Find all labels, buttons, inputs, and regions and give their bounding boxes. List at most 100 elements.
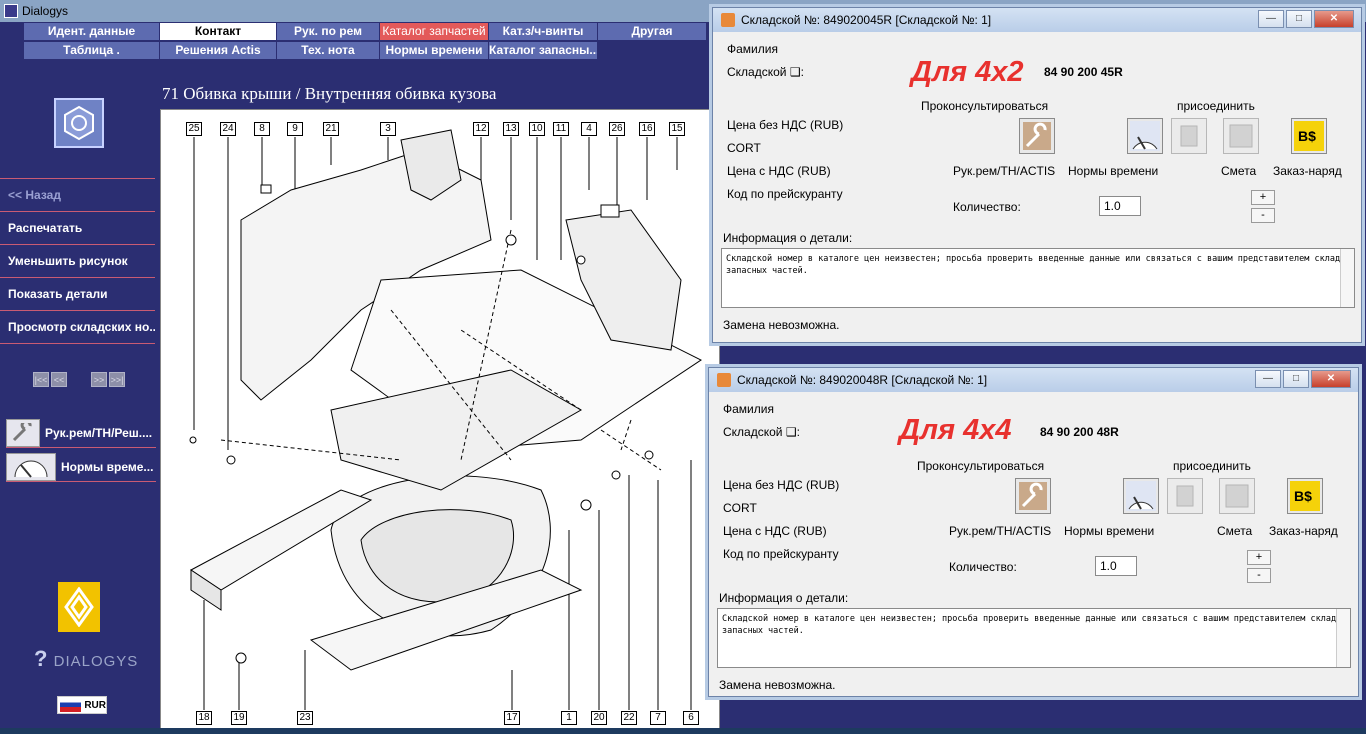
maximize-button[interactable]: □ — [1286, 10, 1312, 28]
tool-time-norms[interactable]: Нормы време... — [6, 452, 156, 482]
callout-21[interactable]: 21 — [323, 122, 339, 136]
pager-next-button[interactable]: >> — [91, 372, 107, 387]
cylinder-icon — [1180, 125, 1198, 147]
callout-6[interactable]: 6 — [683, 711, 699, 725]
sidebar: << Назад Распечатать Уменьшить рисунок П… — [0, 68, 160, 734]
estimate-icon — [1229, 124, 1253, 148]
pager-prev-button[interactable]: << — [51, 372, 67, 387]
tab-tech-note[interactable]: Тех. нота — [277, 42, 379, 59]
tab-parts-catalog[interactable]: Каталог запчастей — [380, 23, 488, 40]
back-link[interactable]: << Назад — [0, 178, 155, 210]
callout-25[interactable]: 25 — [186, 122, 202, 136]
callout-20[interactable]: 20 — [591, 711, 607, 725]
close-button[interactable]: ✕ — [1311, 370, 1351, 388]
callout-17[interactable]: 17 — [504, 711, 520, 725]
pager: |<< << >> >>| — [33, 372, 125, 387]
tab-time-norms[interactable]: Нормы времени — [380, 42, 488, 59]
quantity-decrement-button[interactable]: - — [1247, 568, 1271, 583]
callout-23[interactable]: 23 — [297, 711, 313, 725]
callout-3[interactable]: 3 — [380, 122, 396, 136]
svg-text:B$: B$ — [1294, 488, 1312, 504]
callout-26[interactable]: 26 — [609, 122, 625, 136]
time-norms-label: Нормы времени — [1064, 524, 1155, 538]
callout-13[interactable]: 13 — [503, 122, 519, 136]
estimate-button[interactable] — [1219, 478, 1255, 514]
quantity-increment-button[interactable]: + — [1247, 550, 1271, 565]
maximize-button[interactable]: □ — [1283, 370, 1309, 388]
work-order-icon: B$ — [1294, 121, 1324, 151]
callout-9[interactable]: 9 — [287, 122, 303, 136]
work-order-button[interactable]: B$ — [1287, 478, 1323, 514]
minimize-button[interactable]: — — [1255, 370, 1281, 388]
zoom-out-link[interactable]: Уменьшить рисунок — [0, 244, 155, 276]
callout-22[interactable]: 22 — [621, 711, 637, 725]
pager-last-button[interactable]: >>| — [109, 372, 125, 387]
parts-diagram[interactable]: 25 24 8 9 21 3 12 13 10 11 4 26 16 15 18… — [160, 109, 720, 734]
quantity-decrement-button[interactable]: - — [1251, 208, 1275, 223]
price-code-label: Код по прейскуранту — [727, 187, 843, 201]
quantity-label: Количество: — [953, 200, 1021, 214]
show-details-link[interactable]: Показать детали — [0, 277, 155, 309]
tab-contact[interactable]: Контакт — [160, 23, 276, 40]
repair-manual-button[interactable] — [1019, 118, 1055, 154]
stock-label: Складской ❑: — [723, 425, 800, 439]
parts-attach-button[interactable] — [1167, 478, 1203, 514]
quantity-increment-button[interactable]: + — [1251, 190, 1275, 205]
annotation-text: Для 4х4 — [899, 414, 1012, 446]
repair-manual-button[interactable] — [1015, 478, 1051, 514]
java-icon — [721, 13, 735, 27]
part-info-textarea[interactable]: Складской номер в каталоге цен неизвесте… — [717, 608, 1351, 668]
time-norms-button[interactable] — [1127, 118, 1163, 154]
tool-repair-manual[interactable]: Рук.рем/ТН/Реш.... — [6, 418, 156, 448]
callout-12[interactable]: 12 — [473, 122, 489, 136]
tab-ident-data[interactable]: Идент. данные — [24, 23, 159, 40]
quantity-input[interactable]: 1.0 — [1099, 196, 1141, 216]
repair-manual-label: Рук.рем/ТН/ACTIS — [953, 164, 1056, 178]
callout-1[interactable]: 1 — [561, 711, 577, 725]
tab-other[interactable]: Другая — [598, 23, 706, 40]
parts-attach-button[interactable] — [1171, 118, 1207, 154]
tab-spare-catalog[interactable]: Каталог запасны... — [489, 42, 597, 59]
callout-11[interactable]: 11 — [553, 122, 569, 136]
time-norms-button[interactable] — [1123, 478, 1159, 514]
stock-numbers-link[interactable]: Просмотр складских но... — [0, 310, 155, 342]
callout-19[interactable]: 19 — [231, 711, 247, 725]
callout-7[interactable]: 7 — [650, 711, 666, 725]
repair-manual-label: Рук.рем/ТН/ACTIS — [949, 524, 1052, 538]
tab-screws-catalog[interactable]: Кат.з/ч-винты — [489, 23, 597, 40]
info-scrollbar[interactable] — [1336, 609, 1350, 667]
print-link[interactable]: Распечатать — [0, 211, 155, 243]
tab-table[interactable]: Таблица . — [24, 42, 159, 59]
minimize-button[interactable]: — — [1258, 10, 1284, 28]
callout-18[interactable]: 18 — [196, 711, 212, 725]
tab-repair-manual[interactable]: Рук. по рем — [277, 23, 379, 40]
part-info-textarea[interactable]: Складской номер в каталоге цен неизвесте… — [721, 248, 1355, 308]
dialogys-brand-text: DIALOGYS — [53, 653, 139, 670]
wrench-icon — [1023, 122, 1051, 150]
callout-10[interactable]: 10 — [529, 122, 545, 136]
pager-first-button[interactable]: |<< — [33, 372, 49, 387]
callout-15[interactable]: 15 — [669, 122, 685, 136]
close-button[interactable]: ✕ — [1314, 10, 1354, 28]
pager-page — [69, 372, 89, 387]
status-text: Замена невозможна. — [723, 318, 840, 332]
callout-8[interactable]: 8 — [254, 122, 270, 136]
part-info-label: Информация о детали: — [719, 591, 849, 605]
renault-logo-icon — [58, 582, 100, 632]
estimate-icon — [1225, 484, 1249, 508]
language-selector[interactable]: RUR — [57, 696, 107, 714]
callout-4[interactable]: 4 — [581, 122, 597, 136]
work-order-button[interactable]: B$ — [1291, 118, 1327, 154]
quantity-input[interactable]: 1.0 — [1095, 556, 1137, 576]
question-mark-logo-icon: ? — [34, 646, 49, 671]
attach-label: присоединить — [1177, 99, 1255, 113]
dialogys-brand: ? DIALOGYS — [34, 646, 138, 672]
tab-actis-solutions[interactable]: Решения Actis — [160, 42, 276, 59]
price-vat-label: Цена с НДС (RUB) — [723, 524, 827, 538]
info-scrollbar[interactable] — [1340, 249, 1354, 307]
diagram-title: 71 Обивка крыши / Внутренняя обивка кузо… — [162, 84, 497, 103]
work-order-label: Заказ-наряд — [1273, 164, 1342, 178]
callout-16[interactable]: 16 — [639, 122, 655, 136]
callout-24[interactable]: 24 — [220, 122, 236, 136]
estimate-button[interactable] — [1223, 118, 1259, 154]
